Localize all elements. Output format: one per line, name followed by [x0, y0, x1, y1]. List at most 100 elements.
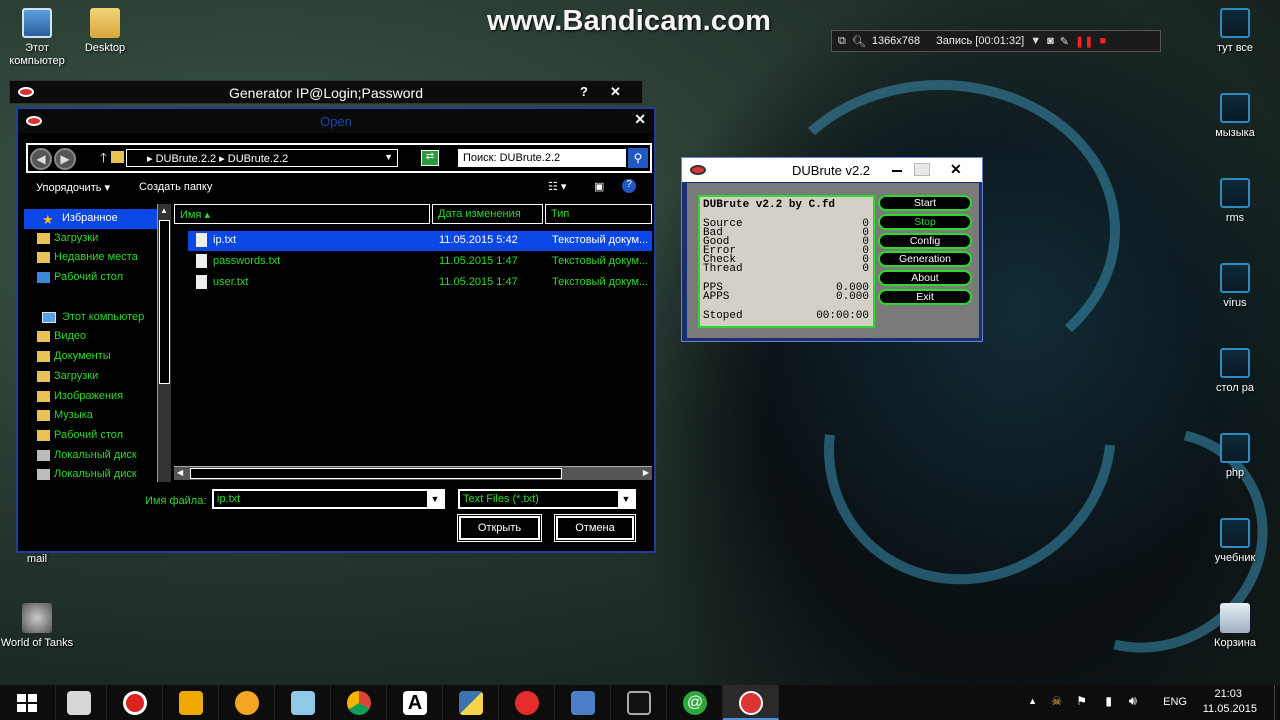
tree-item-recent[interactable]: Недавние места — [24, 248, 157, 268]
about-button[interactable]: About — [878, 270, 972, 287]
chevron-down-icon[interactable]: ▼ — [384, 152, 393, 162]
tree-item-images[interactable]: Изображения — [24, 387, 157, 407]
file-list-hscrollbar[interactable]: ◀ ▶ — [174, 466, 652, 480]
camera-icon[interactable]: ◙ — [1047, 35, 1054, 47]
search-icon[interactable]: ⚲ — [628, 148, 648, 168]
tree-item-local-disk[interactable]: Локальный диск — [24, 446, 157, 466]
close-button[interactable]: ✕ — [610, 84, 621, 100]
clock-time[interactable]: 21:03 — [1214, 688, 1242, 700]
desktop-icon-php[interactable]: php — [1198, 433, 1272, 480]
search-input[interactable]: Поиск: DUBrute.2.2 — [458, 149, 626, 167]
file-row[interactable]: passwords.txt 11.05.2015 1:47 Текстовый … — [188, 252, 652, 272]
taskbar-dubrute[interactable] — [723, 685, 779, 720]
taskbar-mail[interactable]: @ — [667, 685, 723, 720]
zoom-icon[interactable]: 🔍︎ — [852, 35, 866, 48]
filename-input[interactable]: ip.txt ▼ — [212, 489, 445, 509]
show-desktop-button[interactable] — [1274, 685, 1280, 720]
dialog-close-button[interactable]: ✕ — [634, 111, 646, 128]
taskbar-chrome[interactable] — [331, 685, 387, 720]
language-indicator[interactable]: ENG — [1163, 696, 1187, 708]
chevron-down-icon[interactable]: ▼ — [618, 491, 634, 507]
window-mode-icon[interactable]: ⧉ — [838, 35, 846, 48]
scroll-right-arrow[interactable]: ▶ — [643, 468, 649, 477]
start-button[interactable] — [0, 685, 56, 720]
tree-item-desktop[interactable]: Рабочий стол — [24, 268, 157, 288]
desktop-icon-rms[interactable]: rms — [1198, 178, 1272, 225]
stop-button[interactable]: Stop — [878, 213, 972, 230]
scroll-left-arrow[interactable]: ◀ — [177, 468, 183, 477]
minimize-button[interactable] — [892, 170, 902, 172]
breadcrumb[interactable]: ▸ DUBrute.2.2 ▸ DUBrute.2.2 ▼ — [111, 149, 398, 167]
desktop-icon-desktop[interactable]: Desktop — [68, 8, 142, 55]
file-row[interactable]: user.txt 11.05.2015 1:47 Текстовый докум… — [188, 273, 652, 293]
desktop-icon-stol-ra[interactable]: стол ра — [1198, 348, 1272, 395]
organize-button[interactable]: Упорядочить ▾ — [36, 181, 110, 194]
tray-network-icon[interactable]: ▮ — [1105, 694, 1112, 708]
desktop-icon-tut-vse[interactable]: тут все — [1198, 8, 1272, 55]
desktop-icon-this-pc[interactable]: Этот компьютер — [0, 8, 74, 68]
config-button[interactable]: Config — [878, 232, 972, 249]
view-options-icon[interactable]: ☷ ▾ — [548, 180, 566, 193]
close-button[interactable]: ✕ — [950, 161, 962, 178]
desktop-icon-world-of-tanks[interactable]: World of Tanks — [0, 603, 74, 650]
exit-button[interactable]: Exit — [878, 288, 972, 305]
forward-button[interactable]: ▶ — [54, 148, 76, 170]
cancel-button[interactable]: Отмена — [554, 514, 636, 542]
taskbar-cmd[interactable] — [611, 685, 667, 720]
refresh-icon[interactable]: ⇄ — [421, 150, 439, 166]
tree-item-downloads[interactable]: Загрузки — [24, 229, 157, 249]
breadcrumb-item[interactable]: DUBrute.2.2 — [156, 153, 217, 165]
tree-item-desktop-2[interactable]: Рабочий стол — [24, 426, 157, 446]
help-button[interactable]: ? — [580, 84, 588, 99]
maximize-button[interactable] — [914, 163, 930, 176]
start-button[interactable]: Start — [878, 195, 972, 211]
desktop-icon-mail[interactable]: mail — [0, 553, 74, 566]
clock-date[interactable]: 11.05.2015 — [1203, 703, 1257, 715]
column-header-name[interactable]: Имя ▴ — [174, 204, 430, 224]
desktop-icon-uchebnik[interactable]: учебник — [1198, 518, 1272, 565]
open-button[interactable]: Открыть — [457, 514, 542, 542]
generation-button[interactable]: Generation — [878, 251, 972, 268]
taskbar-snipping-tool[interactable] — [51, 685, 107, 720]
filetype-select[interactable]: Text Files (*.txt) ▼ — [458, 489, 636, 509]
scrollbar-thumb[interactable] — [190, 468, 562, 479]
taskbar-font-app[interactable]: A — [387, 685, 443, 720]
show-hidden-icons[interactable]: ▲ — [1028, 696, 1037, 706]
tray-skull-icon[interactable]: ☠ — [1051, 694, 1062, 708]
back-button[interactable]: ◀ — [30, 148, 52, 170]
desktop-icon-myzyka[interactable]: мызыка — [1198, 93, 1272, 140]
tree-favorites[interactable]: ★ Избранное — [24, 209, 157, 229]
taskbar-bandicam[interactable] — [107, 685, 163, 720]
taskbar-python[interactable] — [443, 685, 499, 720]
stop-icon[interactable]: ■ — [1099, 35, 1106, 47]
tree-scrollbar[interactable]: ▲ — [157, 204, 171, 482]
help-icon[interactable]: ? — [622, 179, 636, 193]
tree-item-video[interactable]: Видео — [24, 327, 157, 347]
dropdown-icon[interactable]: ▼ — [1030, 35, 1041, 47]
column-header-type[interactable]: Тип — [545, 204, 652, 224]
taskbar-app-red[interactable] — [499, 685, 555, 720]
pencil-icon[interactable]: ✎ — [1060, 35, 1069, 48]
scroll-up-arrow[interactable]: ▲ — [160, 206, 168, 215]
taskbar-remote[interactable] — [555, 685, 611, 720]
tree-item-downloads-2[interactable]: Загрузки — [24, 367, 157, 387]
column-header-date[interactable]: Дата изменения — [432, 204, 543, 224]
desktop-icon-recycle-bin[interactable]: Корзина — [1198, 603, 1272, 650]
up-arrow-icon[interactable]: 🡑 — [100, 149, 107, 171]
tree-item-documents[interactable]: Документы — [24, 347, 157, 367]
taskbar-app-yellow[interactable] — [163, 685, 219, 720]
taskbar-app-notes[interactable] — [275, 685, 331, 720]
tree-item-music[interactable]: Музыка — [24, 406, 157, 426]
breadcrumb-item[interactable]: DUBrute.2.2 — [228, 153, 289, 165]
new-folder-button[interactable]: Создать папку — [139, 181, 212, 193]
chevron-down-icon[interactable]: ▼ — [427, 491, 443, 507]
tree-item-local-disk-2[interactable]: Локальный диск — [24, 465, 157, 481]
tray-volume-icon[interactable]: 🔊︎ — [1129, 693, 1137, 709]
preview-pane-icon[interactable]: ▣ — [594, 180, 604, 193]
scrollbar-thumb[interactable] — [159, 220, 170, 384]
pause-icon[interactable]: ❚❚ — [1075, 35, 1093, 48]
taskbar-app-orange[interactable] — [219, 685, 275, 720]
file-row[interactable]: ip.txt 11.05.2015 5:42 Текстовый докум..… — [188, 231, 652, 251]
tray-flag-icon[interactable]: ⚑ — [1076, 694, 1087, 708]
desktop-icon-virus[interactable]: virus — [1198, 263, 1272, 310]
